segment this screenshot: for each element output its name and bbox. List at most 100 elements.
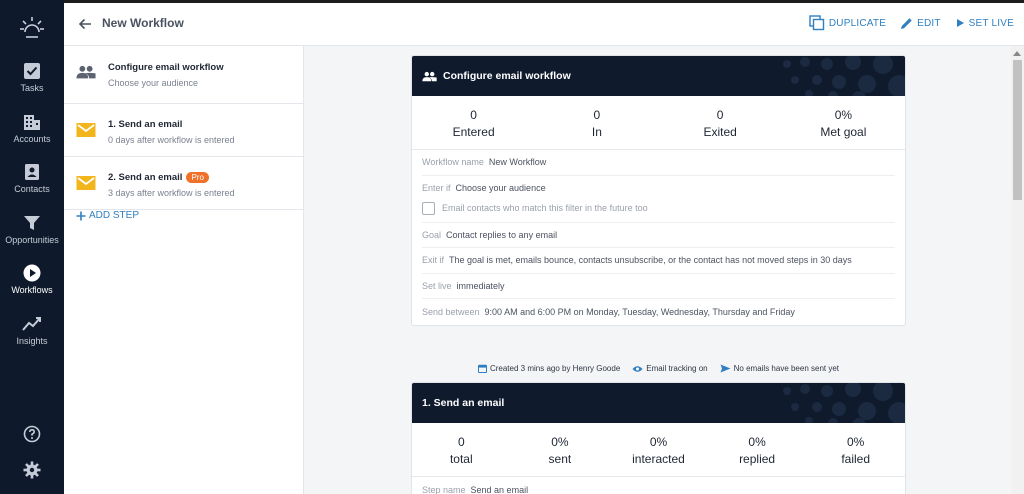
step-item-email-1[interactable]: 1. Send an email 0 days after workflow i… <box>64 104 303 157</box>
workflow-canvas: Configure email workflow 0 Entered 0 In … <box>305 46 1011 494</box>
detail-set-live[interactable]: Set live immediately <box>422 274 895 299</box>
stat-value: 0 <box>716 108 724 122</box>
play-icon <box>956 19 964 27</box>
email-step-card: 1. Send an email 0 total 0% sent 0% inte… <box>411 382 906 494</box>
stat-label: replied <box>739 452 776 466</box>
people-icon <box>422 71 437 81</box>
detail-value: The goal is met, emails bounce, contacts… <box>449 255 852 266</box>
detail-key: Step name <box>422 484 466 494</box>
detail-workflow-name[interactable]: Workflow name New Workflow <box>422 150 895 176</box>
set-live-label: SET LIVE <box>968 17 1014 29</box>
nav-item-accounts[interactable]: Accounts <box>0 113 64 161</box>
stat-sent: 0% sent <box>511 423 610 476</box>
pencil-icon <box>901 17 912 29</box>
stat-label: total <box>449 452 473 466</box>
step-title: Configure email workflow <box>108 62 224 73</box>
detail-key: Goal <box>422 229 442 240</box>
duplicate-button[interactable]: DUPLICATE <box>809 15 886 31</box>
stat-interacted: 0% interacted <box>609 423 708 476</box>
detail-key: Send between <box>422 306 480 317</box>
workflow-stats: 0 Entered 0 In 0 Exited 0% Met goal <box>412 96 905 150</box>
scrollbar[interactable] <box>1011 46 1024 494</box>
stat-label: failed <box>841 452 871 466</box>
card-title: 1. Send an email <box>422 397 505 409</box>
detail-send-between[interactable]: Send between 9:00 AM and 6:00 PM on Mond… <box>422 299 895 325</box>
envelope-icon <box>76 176 96 190</box>
nav-item-contacts[interactable]: Contacts <box>0 163 64 211</box>
stat-label: Exited <box>703 125 737 139</box>
detail-step-name[interactable]: Step name Send an email <box>422 477 895 494</box>
tracking-text: Email tracking on <box>646 364 708 373</box>
workflow-meta: Created 3 mins ago by Henry Goode Email … <box>411 364 906 373</box>
detail-enter-if: Enter if Choose your audience Email cont… <box>422 176 895 223</box>
nav-item-opportunities[interactable]: Opportunities <box>0 214 64 262</box>
logo-icon[interactable] <box>18 14 46 42</box>
page-title: New Workflow <box>102 16 184 30</box>
envelope-icon <box>76 123 96 137</box>
stat-label: interacted <box>632 452 685 466</box>
stat-value: 0 <box>457 435 465 449</box>
stat-exited: 0 Exited <box>659 96 782 149</box>
set-live-button[interactable]: SET LIVE <box>955 15 1014 31</box>
people-icon <box>76 65 96 79</box>
scroll-thumb[interactable] <box>1013 60 1022 200</box>
nav-item-tasks[interactable]: Tasks <box>0 62 64 110</box>
play-circle-icon <box>23 264 41 282</box>
detail-key: Enter if <box>422 182 451 193</box>
detail-key: Workflow name <box>422 157 484 168</box>
pro-badge: Pro <box>186 172 209 183</box>
stat-value: 0% <box>649 435 668 449</box>
trend-line-icon <box>22 317 41 331</box>
settings-button[interactable] <box>0 461 64 484</box>
contact-card-icon <box>25 164 39 180</box>
stat-value: 0 <box>593 108 601 122</box>
step-item-email-2[interactable]: 2. Send an email Pro 3 days after workflo… <box>64 157 303 210</box>
detail-value: Contact replies to any email <box>446 229 558 240</box>
enter-if-line[interactable]: Enter if Choose your audience <box>422 182 546 194</box>
step-subtitle: Choose your audience <box>108 78 199 88</box>
stat-total: 0 total <box>412 423 511 476</box>
stat-value: 0 <box>470 108 477 122</box>
funnel-icon <box>24 216 40 230</box>
add-step-label: ADD STEP <box>89 210 140 221</box>
nav-item-workflows[interactable]: Workflows <box>0 264 64 312</box>
detail-key: Set live <box>422 280 452 291</box>
calendar-icon <box>477 364 487 373</box>
stat-label: In <box>591 125 602 139</box>
stat-label: Entered <box>452 125 495 139</box>
card-header: 1. Send an email <box>412 383 905 423</box>
edit-label: EDIT <box>917 17 941 29</box>
detail-value: New Workflow <box>488 157 547 168</box>
detail-value: Choose your audience <box>455 182 546 193</box>
stat-in: 0 In <box>535 96 658 149</box>
detail-exit-if[interactable]: Exit if The goal is met, emails bounce, … <box>422 248 895 274</box>
help-button[interactable] <box>0 425 64 448</box>
edit-button[interactable]: EDIT <box>900 15 941 31</box>
dot-pattern-decoration <box>783 383 905 423</box>
card-title: Configure email workflow <box>443 70 571 82</box>
nav-item-label: Workflows <box>11 285 53 295</box>
detail-value: Send an email <box>470 484 529 494</box>
created-info: Created 3 mins ago by Henry Goode <box>477 364 620 373</box>
back-button[interactable] <box>76 15 94 33</box>
detail-value: immediately <box>456 280 505 291</box>
arrow-left-icon <box>78 18 91 30</box>
scroll-up-arrow[interactable] <box>1013 51 1021 56</box>
stat-value: 0% <box>748 435 766 449</box>
step-item-configure[interactable]: Configure email workflow Choose your aud… <box>64 46 303 104</box>
stat-replied: 0% replied <box>708 423 807 476</box>
workflow-details: Workflow name New Workflow Enter if Choo… <box>412 150 905 325</box>
help-icon <box>23 425 41 443</box>
nav-item-insights[interactable]: Insights <box>0 315 64 363</box>
future-contacts-checkbox[interactable] <box>422 201 435 215</box>
duplicate-label: DUPLICATE <box>828 17 887 29</box>
add-step-button[interactable]: ADD STEP <box>76 210 139 221</box>
detail-goal[interactable]: Goal Contact replies to any email <box>422 223 895 248</box>
configure-card: Configure email workflow 0 Entered 0 In … <box>411 55 906 326</box>
nav-item-label: Contacts <box>14 184 50 194</box>
detail-key: Exit if <box>422 255 445 266</box>
gear-icon <box>23 461 41 479</box>
stat-met-goal: 0% Met goal <box>782 96 905 149</box>
nav-item-label: Tasks <box>20 83 44 93</box>
sent-text: No emails have been sent yet <box>733 364 840 373</box>
